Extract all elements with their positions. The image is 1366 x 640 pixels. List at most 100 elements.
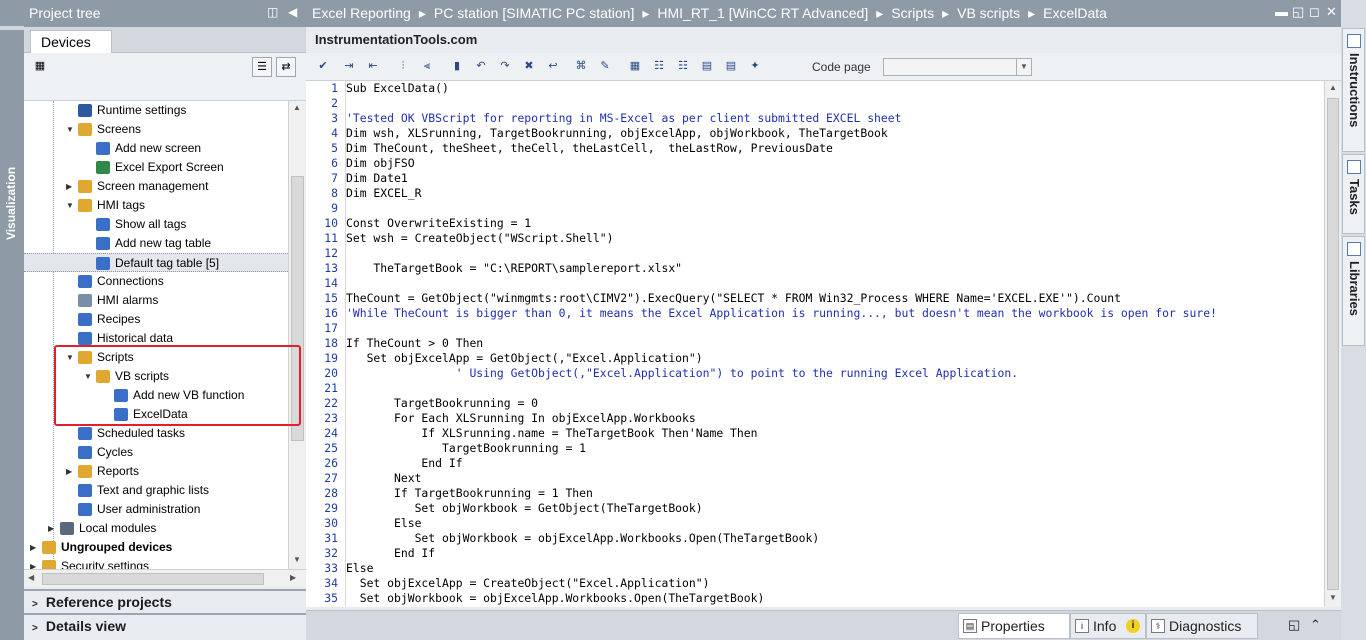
prev-bookmark-icon[interactable]: ↶ xyxy=(472,58,490,75)
tab-info[interactable]: i Info i xyxy=(1070,613,1146,639)
scroll-up-icon[interactable]: ▲ xyxy=(293,103,301,112)
code-line[interactable]: TargetBookrunning = 0 xyxy=(346,396,538,411)
code-line[interactable]: End If xyxy=(346,456,462,471)
clear-bookmarks-icon[interactable]: ✖ xyxy=(520,58,538,75)
code-line[interactable]: Sub ExcelData() xyxy=(346,81,449,96)
breadcrumb-item[interactable]: Scripts xyxy=(891,5,934,21)
code-line[interactable]: Set objWorkbook = objExcelApp.Workbooks.… xyxy=(346,591,765,606)
expand-arrow-icon[interactable]: > xyxy=(32,599,38,610)
code-line[interactable]: 'While TheCount is bigger than 0, it mea… xyxy=(346,306,1217,321)
tree-item[interactable]: HMI alarms xyxy=(24,291,288,310)
code-line[interactable]: Dim TheCount, theSheet, theCell, theLast… xyxy=(346,141,833,156)
code-editor[interactable]: 1 Sub ExcelData() 2 3 'Tested OK VBScript fo… xyxy=(306,81,1324,607)
chevron-right-icon[interactable]: ▶ xyxy=(48,519,54,538)
compile-icon[interactable]: ✔ xyxy=(314,58,332,75)
breadcrumb-item[interactable]: HMI_RT_1 [WinCC RT Advanced] xyxy=(657,5,868,21)
details-view-section[interactable]: > Details view xyxy=(24,613,306,637)
tree-item[interactable]: ▶ Ungrouped devices xyxy=(24,538,288,557)
comment-icon[interactable]: ⫶ xyxy=(394,58,412,75)
syntax-icon[interactable]: ⌘ xyxy=(572,58,590,75)
tree-item[interactable]: Excel Export Screen xyxy=(24,158,288,177)
tree-item[interactable]: Scheduled tasks xyxy=(24,424,288,443)
sync-icon[interactable]: ⇄ xyxy=(276,57,296,77)
code-line[interactable]: Set wsh = CreateObject("WScript.Shell") xyxy=(346,231,613,246)
objects-icon[interactable]: ▤ xyxy=(722,58,740,75)
tree-item[interactable]: ▶ Reports xyxy=(24,462,288,481)
uncomment-icon[interactable]: ⫷ xyxy=(418,58,436,75)
close-icon[interactable]: ✕ xyxy=(1326,4,1337,20)
tree-item[interactable]: Default tag table [5] xyxy=(24,253,288,272)
code-line[interactable]: Next xyxy=(346,471,421,486)
list-alt-icon[interactable]: ☷ xyxy=(674,58,692,75)
code-line[interactable]: ' Using GetObject(,"Excel.Application") … xyxy=(346,366,1018,381)
tree-item[interactable]: Show all tags xyxy=(24,215,288,234)
breadcrumb-item[interactable]: Excel Reporting xyxy=(312,5,411,21)
list-view-icon[interactable]: ☰ xyxy=(252,57,272,77)
code-line[interactable]: Dim EXCEL_R xyxy=(346,186,421,201)
tree-item[interactable]: ▼ Screens xyxy=(24,120,288,139)
breadcrumb-item[interactable]: VB scripts xyxy=(957,5,1020,21)
code-line[interactable]: Set objWorkbook = GetObject(TheTargetBoo… xyxy=(346,501,703,516)
tree-item[interactable]: ▶ Screen management xyxy=(24,177,288,196)
scroll-right-icon[interactable]: ▶ xyxy=(290,573,296,582)
code-scroll-thumb[interactable] xyxy=(1327,98,1339,590)
tree-item[interactable]: Cycles xyxy=(24,443,288,462)
breadcrumb-item[interactable]: ExcelData xyxy=(1043,5,1107,21)
tree-horizontal-scrollbar[interactable]: ◀ ▶ xyxy=(24,569,306,587)
reference-projects-section[interactable]: > Reference projects xyxy=(24,589,306,613)
scroll-down-icon[interactable]: ▼ xyxy=(293,555,301,564)
restore-panel-icon[interactable]: ◱ xyxy=(1288,617,1300,633)
bookmark-icon[interactable]: ▮ xyxy=(448,58,466,75)
visualization-strip[interactable]: Visualization xyxy=(0,0,24,640)
code-line[interactable]: If TheCount > 0 Then xyxy=(346,336,483,351)
table-icon[interactable]: ▦ xyxy=(626,58,644,75)
scroll-left-icon[interactable]: ◀ xyxy=(28,573,34,582)
tab-tasks[interactable]: Tasks xyxy=(1342,154,1365,234)
collapse-panel-icon[interactable]: ◀ xyxy=(288,5,297,19)
code-line[interactable]: Set objExcelApp = GetObject(,"Excel.Appl… xyxy=(346,351,703,366)
tree-item[interactable]: ▶ Local modules xyxy=(24,519,288,538)
tab-diagnostics[interactable]: ⚕ Diagnostics xyxy=(1146,613,1258,639)
code-line[interactable]: TheTargetBook = "C:\REPORT\samplereport.… xyxy=(346,261,682,276)
properties-icon[interactable]: ▤ xyxy=(698,58,716,75)
chevron-down-icon[interactable]: ▼ xyxy=(66,120,74,139)
settings-icon[interactable]: ✦ xyxy=(746,58,764,75)
code-line[interactable]: End If xyxy=(346,546,435,561)
tree-item[interactable]: ▼ HMI tags xyxy=(24,196,288,215)
code-line[interactable]: Set objWorkbook = objExcelApp.Workbooks.… xyxy=(346,531,820,546)
highlight-icon[interactable]: ✎ xyxy=(596,58,614,75)
maximize-icon[interactable]: ◻ xyxy=(1309,4,1320,20)
code-line[interactable]: TheCount = GetObject("winmgmts:root\CIMV… xyxy=(346,291,1121,306)
chevron-down-icon[interactable]: ▼ xyxy=(66,196,74,215)
code-line[interactable]: Const OverwriteExisting = 1 xyxy=(346,216,531,231)
code-line[interactable]: Dim Date1 xyxy=(346,171,408,186)
code-line[interactable]: TargetBookrunning = 1 xyxy=(346,441,586,456)
breadcrumb-item[interactable]: PC station [SIMATIC PC station] xyxy=(434,5,634,21)
tree-item[interactable]: Add new screen xyxy=(24,139,288,158)
expand-panel-icon[interactable]: ⌃ xyxy=(1310,617,1321,633)
code-line[interactable]: Else xyxy=(346,516,421,531)
tree-hscroll-thumb[interactable] xyxy=(42,573,264,585)
restore-icon[interactable]: ◱ xyxy=(1292,4,1304,20)
tree-item[interactable]: Add new tag table xyxy=(24,234,288,253)
outdent-icon[interactable]: ⇤ xyxy=(364,58,382,75)
minimize-icon[interactable]: ▬ xyxy=(1275,4,1288,19)
tab-instructions[interactable]: Instructions xyxy=(1342,28,1365,152)
tree-item[interactable]: Text and graphic lists xyxy=(24,481,288,500)
code-line[interactable]: If XLSrunning.name = TheTargetBook Then'… xyxy=(346,426,757,441)
chevron-right-icon[interactable]: ▶ xyxy=(30,557,36,569)
code-line[interactable]: Else xyxy=(346,561,373,576)
code-line[interactable]: Dim wsh, XLSrunning, TargetBookrunning, … xyxy=(346,126,888,141)
code-line[interactable]: Set objExcelApp = CreateObject("Excel.Ap… xyxy=(346,576,710,591)
tree-item[interactable]: User administration xyxy=(24,500,288,519)
tab-properties[interactable]: ▤ Properties xyxy=(958,613,1070,639)
chevron-right-icon[interactable]: ▶ xyxy=(30,538,36,557)
expand-arrow-icon[interactable]: > xyxy=(32,623,38,634)
indent-icon[interactable]: ⇥ xyxy=(340,58,358,75)
tab-devices[interactable]: Devices xyxy=(30,30,112,54)
chevron-right-icon[interactable]: ▶ xyxy=(66,462,72,481)
chevron-right-icon[interactable]: ▶ xyxy=(66,177,72,196)
code-vertical-scrollbar[interactable]: ▲ ▼ xyxy=(1324,81,1341,607)
goto-icon[interactable]: ↩ xyxy=(544,58,562,75)
code-line[interactable]: If TargetBookrunning = 1 Then xyxy=(346,486,593,501)
